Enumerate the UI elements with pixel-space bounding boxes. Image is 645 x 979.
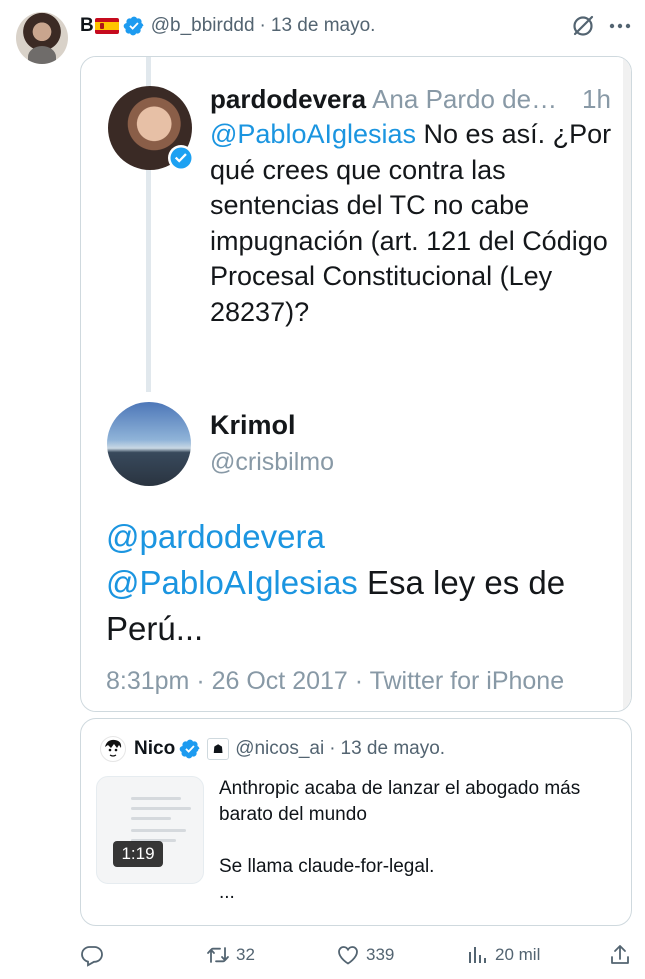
krimol-tweet-text: @pardodevera @PabloAIglesias Esa ley es d…	[106, 514, 616, 652]
affiliate-badge-icon[interactable]: ☗	[207, 738, 230, 760]
retweet-count: 32	[236, 945, 255, 964]
mention-pabloaiglesias: @PabloAIglesias	[210, 119, 417, 149]
mention-pabloaiglesias: @PabloAIglesias	[106, 564, 358, 601]
screenshot-edge	[623, 57, 631, 711]
reply-body: No es así. ¿Por qué crees que contra las…	[210, 119, 612, 327]
like-button[interactable]: 339	[336, 938, 394, 972]
action-bar: 32 339 20 mil	[80, 938, 640, 972]
pardodevera-username: pardodevera	[210, 84, 367, 114]
verified-badge-icon	[179, 738, 201, 760]
thumb-line	[131, 829, 186, 832]
verified-badge-icon	[167, 144, 195, 172]
views-chart-icon	[469, 947, 486, 963]
quote-text: Anthropic acaba de lanzar el abogado más…	[219, 778, 581, 903]
tweet: B @b_bbirddd · 13 de mayo. pardodevera An…	[0, 0, 645, 979]
krimol-handle: @crisbilmo	[210, 448, 334, 476]
author-avatar[interactable]	[16, 12, 68, 64]
thumb-line	[131, 797, 181, 800]
like-count: 339	[366, 945, 395, 964]
reply-button[interactable]	[80, 938, 110, 972]
spain-flag-icon	[94, 18, 119, 34]
mention-pardodevera: @pardodevera	[106, 518, 325, 555]
video-duration-badge: 1:19	[113, 841, 163, 867]
quote-date[interactable]: 13 de mayo.	[341, 738, 446, 760]
share-icon	[611, 945, 629, 964]
tweet-header: B @b_bbirddd · 13 de mayo.	[80, 13, 375, 39]
krimol-avatar	[107, 402, 191, 486]
quote-author-name[interactable]: Nico	[134, 738, 175, 760]
pardodevera-header: pardodevera Ana Pardo de…	[210, 84, 557, 115]
retweet-button[interactable]: 32	[206, 938, 255, 972]
pardodevera-display-name: Ana Pardo de…	[372, 84, 558, 114]
verified-badge-icon	[123, 15, 145, 37]
pardodevera-reply-text: @PabloAIglesias No es así. ¿Por qué cree…	[210, 117, 615, 330]
more-options-icon[interactable]	[606, 13, 634, 39]
thumb-line	[131, 817, 171, 820]
author-handle[interactable]: @b_bbirddd	[151, 15, 255, 37]
heart-icon	[338, 946, 358, 965]
quote-separator: ·	[329, 738, 336, 759]
quote-author-handle[interactable]: @nicos_ai	[235, 738, 324, 760]
quote-header: Nico ☗ @nicos_ai · 13 de mayo.	[134, 737, 445, 761]
view-count: 20 mil	[495, 945, 541, 964]
tweet-date[interactable]: 13 de mayo.	[271, 15, 376, 37]
share-button[interactable]	[608, 938, 632, 972]
reply-icon	[81, 946, 103, 967]
views-button[interactable]: 20 mil	[465, 938, 540, 972]
retweet-icon	[207, 947, 229, 963]
krimol-name: Krimol	[210, 410, 296, 440]
author-display-name[interactable]: B	[80, 15, 94, 37]
quote-video-thumbnail[interactable]	[96, 776, 204, 884]
krimol-timestamp: 8:31pm · 26 Oct 2017 · Twitter for iPhon…	[106, 667, 565, 695]
thumb-line	[131, 807, 191, 810]
pardodevera-time: 1h	[582, 84, 611, 114]
quote-author-avatar[interactable]	[100, 736, 126, 762]
header-separator: ·	[259, 15, 266, 36]
grok-icon[interactable]	[570, 13, 596, 39]
